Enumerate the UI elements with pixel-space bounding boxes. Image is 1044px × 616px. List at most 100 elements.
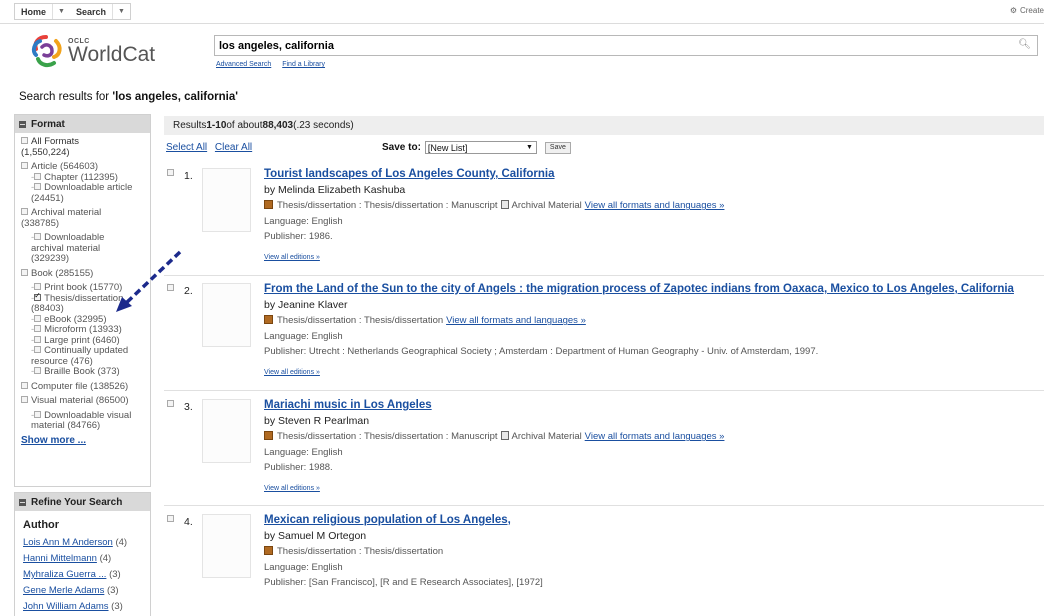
- format-downloadable-visual[interactable]: - Downloadable visual material (84766): [31, 410, 150, 432]
- checkbox-checked[interactable]: [34, 291, 42, 301]
- result-thumbnail[interactable]: [202, 168, 251, 232]
- nav-search[interactable]: Search: [70, 4, 112, 19]
- checkbox[interactable]: [34, 183, 42, 190]
- checkbox[interactable]: [21, 396, 28, 403]
- format-continually-updated[interactable]: - Continually updated resource (476): [31, 345, 150, 367]
- checkbox[interactable]: [34, 172, 42, 180]
- archival-icon: [500, 431, 509, 441]
- checkbox[interactable]: [34, 367, 42, 374]
- results-toolbar: Select All Clear All Save to: [New List]…: [166, 141, 1044, 155]
- nav-search-dropdown-icon[interactable]: ▼: [111, 4, 130, 19]
- result-item: 3. Mariachi music in Los Angeles by Stev…: [164, 399, 1044, 509]
- checkbox[interactable]: [34, 314, 42, 322]
- view-formats-link[interactable]: View all formats and languages »: [585, 200, 725, 211]
- checkbox[interactable]: [34, 325, 42, 332]
- result-number: 3.: [184, 401, 193, 413]
- result-author: by Steven R Pearlman: [264, 414, 370, 427]
- result-title-link[interactable]: Mariachi music in Los Angeles: [264, 399, 432, 411]
- result-archival: Archival Material: [511, 431, 582, 443]
- result-checkbox[interactable]: [167, 284, 174, 291]
- result-language: Language: English: [264, 330, 343, 342]
- result-publisher: Publisher: 1988.: [264, 462, 333, 474]
- checkbox[interactable]: [21, 268, 28, 276]
- result-thumbnail[interactable]: [202, 399, 251, 463]
- author-facet[interactable]: Hanni Mittelmann (4): [23, 551, 150, 567]
- create-link[interactable]: ⚙ Create: [1010, 6, 1044, 15]
- format-braille[interactable]: - Braille Book (373): [31, 366, 150, 378]
- author-heading: Author: [23, 519, 60, 531]
- results-summary-bar: Results 1-10 of about 88,403 (.23 second…: [164, 116, 1044, 135]
- save-button[interactable]: Save: [544, 141, 571, 154]
- worldcat-logo[interactable]: OCLC WorldCat: [28, 33, 155, 69]
- book-icon: [264, 546, 273, 556]
- format-all[interactable]: All Formats (1,550,224): [21, 136, 150, 158]
- select-all-link[interactable]: Select All: [166, 142, 207, 153]
- save-to-label: Save to:: [382, 142, 421, 153]
- checkbox[interactable]: [21, 381, 28, 389]
- search-icon[interactable]: 🔍︎: [1018, 39, 1031, 50]
- result-language: Language: English: [264, 215, 343, 227]
- author-facet[interactable]: Lois Ann M Anderson (4): [23, 535, 150, 551]
- view-formats-link[interactable]: View all formats and languages »: [585, 431, 725, 442]
- view-editions-link[interactable]: View all editions »: [264, 481, 320, 497]
- checkbox[interactable]: [34, 283, 42, 290]
- result-thumbnail[interactable]: [202, 514, 251, 578]
- list-select[interactable]: [New List] ▼: [424, 141, 537, 154]
- result-title-link[interactable]: Tourist landscapes of Los Angeles County…: [264, 168, 555, 180]
- result-publisher: Publisher: [San Francisco], [R and E Res…: [264, 577, 543, 589]
- result-number: 1.: [184, 170, 193, 182]
- book-icon: [264, 431, 273, 441]
- result-checkbox[interactable]: [167, 400, 174, 407]
- search-input[interactable]: [215, 36, 1005, 55]
- archival-icon: [500, 200, 509, 210]
- nav-menu: Home ▼ Search ▼: [14, 3, 131, 20]
- checkbox[interactable]: [34, 346, 42, 353]
- result-checkbox[interactable]: [167, 515, 174, 522]
- clear-all-link[interactable]: Clear All: [215, 142, 252, 153]
- result-checkbox[interactable]: [167, 169, 174, 176]
- format-panel-header[interactable]: Format: [15, 115, 150, 133]
- result-language: Language: English: [264, 446, 343, 458]
- result-title-link[interactable]: Mexican religious population of Los Ange…: [264, 514, 511, 526]
- checkbox[interactable]: [34, 410, 42, 418]
- collapse-icon[interactable]: [19, 498, 26, 506]
- format-visual[interactable]: Visual material (86500): [21, 395, 150, 407]
- result-author: by Jeanine Klaver: [264, 298, 348, 311]
- refine-panel-header[interactable]: Refine Your Search: [15, 493, 150, 511]
- result-divider: [164, 390, 1044, 391]
- nav-home[interactable]: Home: [15, 4, 52, 19]
- checkbox[interactable]: [21, 208, 28, 215]
- result-format: Thesis/dissertation : Thesis/dissertatio…: [277, 546, 444, 558]
- show-more-link[interactable]: Show more ...: [21, 435, 150, 447]
- checkbox[interactable]: [34, 233, 42, 240]
- nav-home-dropdown-icon[interactable]: ▼: [52, 4, 70, 19]
- result-archival: Archival Material: [511, 200, 582, 212]
- format-downloadable-article[interactable]: - Downloadable article (24451): [31, 182, 150, 204]
- result-number: 2.: [184, 285, 193, 297]
- checkbox[interactable]: [34, 335, 42, 343]
- view-formats-link[interactable]: View all formats and languages »: [446, 315, 586, 326]
- find-library-link[interactable]: Find a Library: [282, 61, 325, 68]
- result-item: 2. From the Land of the Sun to the city …: [164, 283, 1044, 393]
- result-number: 4.: [184, 516, 193, 528]
- view-editions-link[interactable]: View all editions »: [264, 365, 320, 381]
- checkbox[interactable]: [21, 162, 28, 169]
- format-computer-file[interactable]: Computer file (138526): [21, 381, 150, 393]
- author-facet[interactable]: John William Adams (3): [23, 599, 150, 615]
- author-facet[interactable]: Myhraliza Guerra ... (3): [23, 567, 150, 583]
- results-heading-query: 'los angeles, california': [112, 91, 238, 103]
- view-editions-link[interactable]: View all editions »: [264, 250, 320, 266]
- search-sublinks: Advanced Search Find a Library: [216, 61, 334, 68]
- author-facet[interactable]: Gene Merle Adams (3): [23, 583, 150, 599]
- results-heading: Search results for 'los angeles, califor…: [19, 91, 238, 103]
- format-archival[interactable]: Archival material (338785): [21, 207, 150, 229]
- result-language: Language: English: [264, 561, 343, 573]
- result-title-link[interactable]: From the Land of the Sun to the city of …: [264, 283, 1014, 295]
- gear-icon: ⚙: [1009, 6, 1017, 15]
- result-author: by Samuel M Ortegon: [264, 529, 367, 542]
- result-thumbnail[interactable]: [202, 283, 251, 347]
- checkbox[interactable]: [21, 137, 28, 144]
- advanced-search-link[interactable]: Advanced Search: [216, 61, 271, 68]
- collapse-icon[interactable]: [19, 120, 26, 128]
- dropdown-arrow-icon: ▼: [525, 144, 533, 151]
